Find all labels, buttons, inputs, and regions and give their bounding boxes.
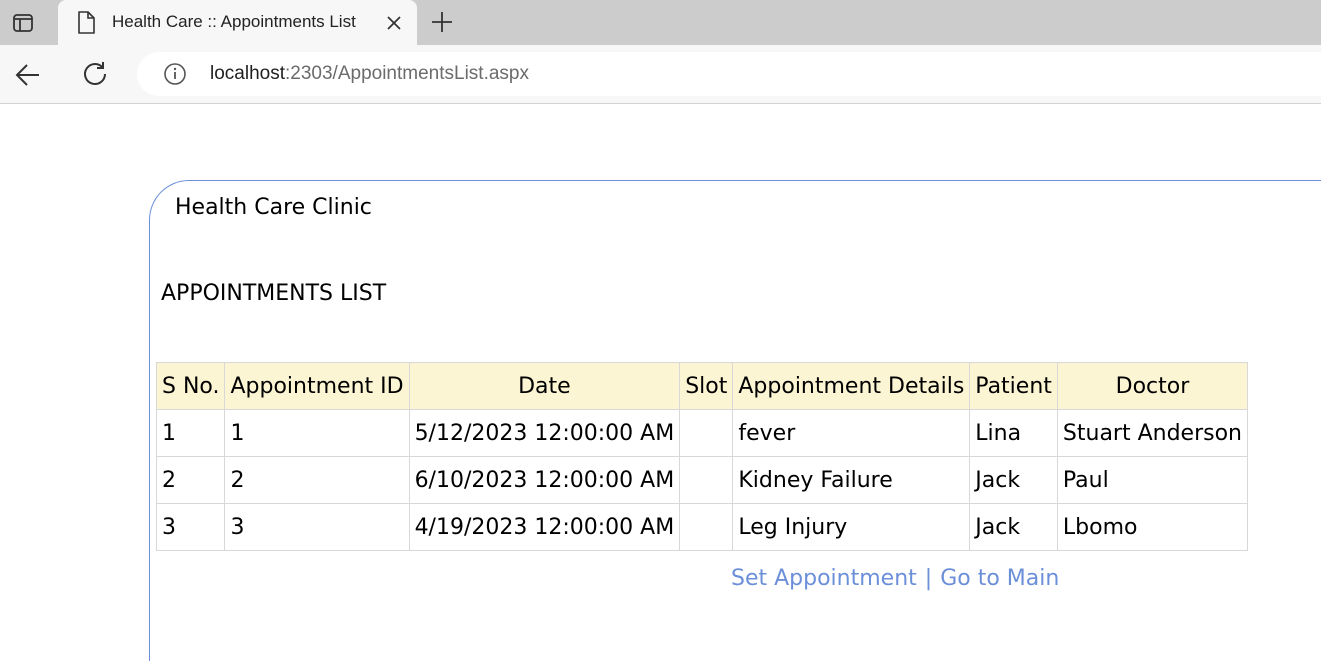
sidebar-toggle-button[interactable] (0, 0, 46, 45)
page-icon (78, 11, 95, 34)
go-to-main-link[interactable]: Go to Main (940, 566, 1059, 591)
appointments-table: S No. Appointment ID Date Slot Appointme… (155, 362, 1249, 551)
browser-tab-active[interactable]: Health Care :: Appointments List (58, 0, 417, 45)
table-row: 2 2 6/10/2023 12:00:00 AM Kidney Failure… (155, 456, 1249, 504)
cell-appointment-id: 2 (224, 456, 410, 504)
cell-patient: Jack (969, 503, 1058, 551)
cell-doctor: Paul (1056, 456, 1249, 504)
new-tab-icon[interactable] (430, 10, 454, 34)
cell-date: 5/12/2023 12:00:00 AM (408, 409, 681, 457)
page-title: APPOINTMENTS LIST (161, 281, 387, 306)
cell-patient: Jack (969, 456, 1058, 504)
cell-sno: 2 (155, 456, 226, 504)
table-row: 1 1 5/12/2023 12:00:00 AM fever Lina Stu… (155, 409, 1249, 457)
cell-appointment-id: 3 (224, 503, 410, 551)
header-appointment-details: Appointment Details (732, 362, 971, 410)
site-info-icon[interactable] (163, 62, 187, 86)
header-doctor: Doctor (1056, 362, 1249, 410)
cell-sno: 1 (155, 409, 226, 457)
cell-slot (679, 409, 734, 457)
table-row: 3 3 4/19/2023 12:00:00 AM Leg Injury Jac… (155, 503, 1249, 551)
cell-appointment-id: 1 (224, 409, 410, 457)
sidebar-icon (13, 13, 33, 32)
url-path: :2303/AppointmentsList.aspx (285, 63, 529, 84)
cell-patient: Lina (969, 409, 1058, 457)
cell-date: 6/10/2023 12:00:00 AM (408, 456, 681, 504)
cell-date: 4/19/2023 12:00:00 AM (408, 503, 681, 551)
header-slot: Slot (679, 362, 734, 410)
reload-icon[interactable] (81, 60, 109, 88)
cell-doctor: Stuart Anderson (1056, 409, 1249, 457)
cell-details: fever (732, 409, 971, 457)
clinic-title: Health Care Clinic (175, 195, 372, 220)
set-appointment-link[interactable]: Set Appointment (731, 566, 917, 591)
url-host: localhost (210, 63, 285, 84)
cell-sno: 3 (155, 503, 226, 551)
cell-slot (679, 503, 734, 551)
header-appointment-id: Appointment ID (224, 362, 410, 410)
close-tab-icon[interactable] (384, 13, 404, 33)
browser-toolbar: localhost:2303/AppointmentsList.aspx (0, 45, 1321, 104)
cell-doctor: Lbomo (1056, 503, 1249, 551)
cell-details: Leg Injury (732, 503, 971, 551)
header-date: Date (408, 362, 681, 410)
address-bar[interactable]: localhost:2303/AppointmentsList.aspx (137, 52, 1321, 96)
header-sno: S No. (155, 362, 226, 410)
cell-slot (679, 456, 734, 504)
link-separator: | (924, 566, 933, 591)
table-header-row: S No. Appointment ID Date Slot Appointme… (155, 362, 1249, 410)
footer-links: Set Appointment | Go to Main (731, 566, 1059, 591)
header-patient: Patient (969, 362, 1058, 410)
back-arrow-icon[interactable] (14, 61, 42, 89)
url-text: localhost:2303/AppointmentsList.aspx (210, 63, 529, 85)
tab-strip: Health Care :: Appointments List (0, 0, 1321, 45)
tab-title: Health Care :: Appointments List (112, 12, 356, 31)
cell-details: Kidney Failure (732, 456, 971, 504)
